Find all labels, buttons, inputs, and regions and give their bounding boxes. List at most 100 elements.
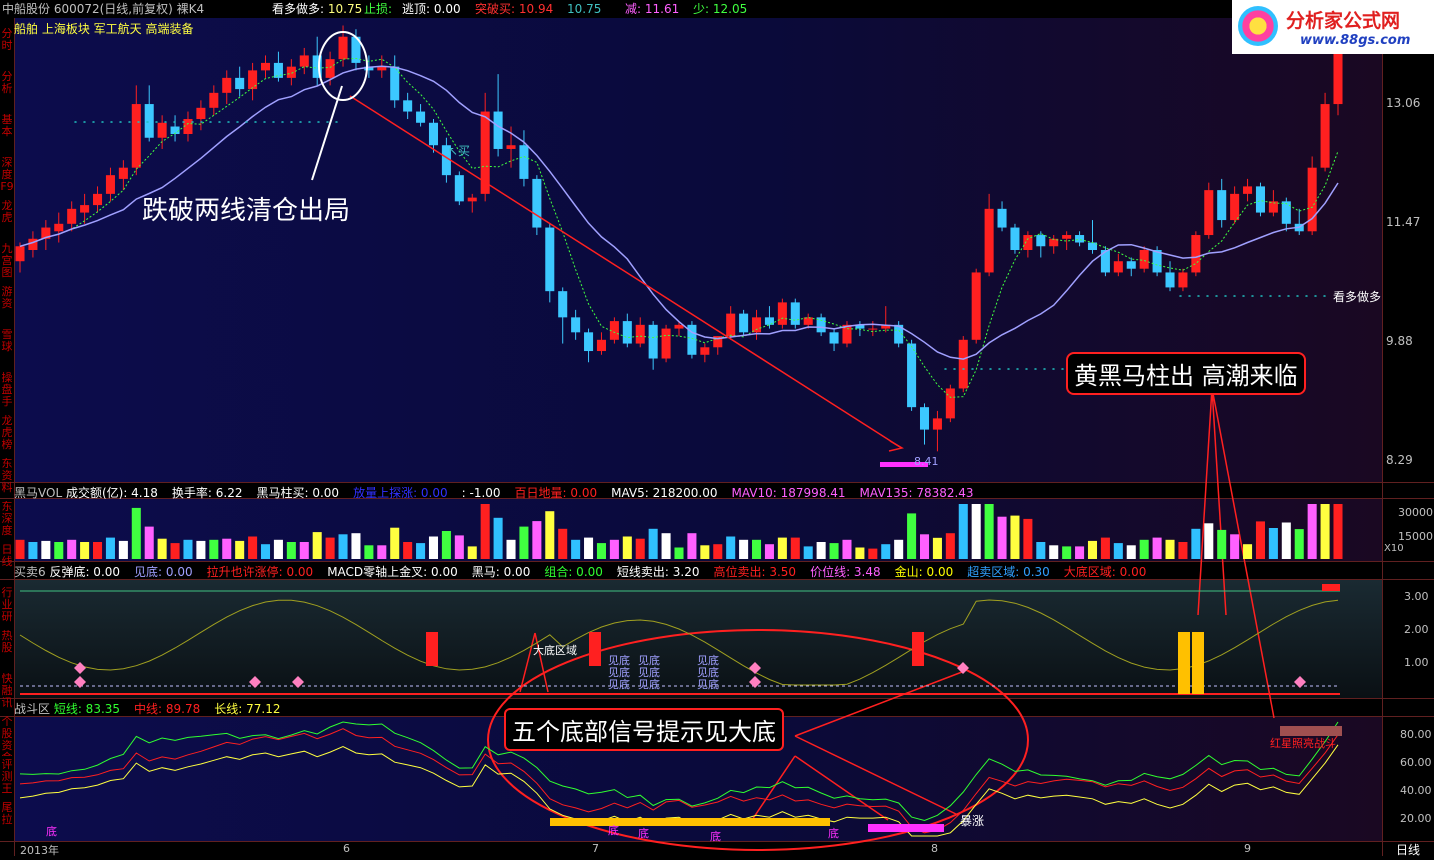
sidebar-item-11[interactable]: 东深度: [0, 501, 14, 541]
sidebar-item-3[interactable]: 深度F9: [0, 157, 14, 197]
volume-bar: [480, 504, 490, 559]
sidebar-item-13[interactable]: 行业研: [0, 587, 14, 627]
bao-zhang-label: 暴涨: [960, 814, 985, 828]
candle-body: [726, 313, 736, 337]
volume-bar: [1062, 546, 1072, 559]
volume-bar: [454, 535, 464, 559]
mm-header: 买卖6 反弹底: 0.00 见底: 0.00 拉升也许涨停: 0.00 MACD零轴上…: [14, 563, 1160, 580]
sidebar-item-4[interactable]: 龙虎: [0, 200, 14, 240]
sidebar-item-5[interactable]: 九宫图: [0, 243, 14, 283]
indicator-value: 黑马柱买: 0.00: [256, 486, 340, 500]
x-tick: 9: [1244, 842, 1251, 855]
volume-bar: [1152, 537, 1162, 559]
volume-bar: [183, 539, 193, 559]
candle-body: [868, 328, 878, 330]
indicator-value: MAV10: 187998.41: [731, 486, 846, 500]
sidebar-item-0[interactable]: 分时: [0, 28, 14, 68]
sidebar-item-15[interactable]: 快融讯: [0, 673, 14, 713]
sidebar-item-14[interactable]: 热股: [0, 630, 14, 670]
volume-bar: [635, 538, 645, 559]
sidebar-item-17[interactable]: 评测王: [0, 759, 14, 799]
mm-tick: 2.00: [1404, 623, 1429, 636]
candle-body: [428, 122, 439, 146]
volume-bar: [131, 507, 141, 559]
indicator-value: 金山: 0.00: [894, 565, 954, 579]
candle-body: [674, 324, 684, 329]
candle-body: [971, 272, 981, 340]
candle-body: [222, 77, 232, 93]
x-tick: 7: [592, 842, 599, 855]
zhi-sun-label: 止损:: [364, 2, 393, 16]
sidebar-item-16[interactable]: 个股资金: [0, 716, 14, 756]
candle-body: [286, 66, 296, 78]
volume-bar: [1204, 523, 1214, 559]
candle-body: [1204, 190, 1214, 236]
sidebar-item-12[interactable]: 日线: [0, 544, 14, 584]
volume-bar: [1036, 542, 1046, 559]
candle-body: [157, 122, 167, 138]
volume-bar: [971, 504, 981, 559]
volume-bar: [312, 532, 322, 559]
mm-tick: 3.00: [1404, 590, 1429, 603]
candle-body: [209, 92, 219, 108]
volume-bar: [1100, 537, 1110, 559]
period-label[interactable]: 日线: [1396, 841, 1420, 858]
candle-body: [1139, 250, 1149, 269]
site-logo[interactable]: 分析家公式网 www.88gs.com: [1232, 0, 1434, 54]
sidebar-item-6[interactable]: 游资: [0, 286, 14, 326]
volume-bar: [15, 539, 25, 559]
volume-bar: [1113, 543, 1123, 559]
volume-bar: [1191, 528, 1201, 559]
sidebar-item-1[interactable]: 分析: [0, 71, 14, 111]
candle-body: [196, 107, 206, 120]
candle-body: [829, 332, 839, 344]
jian-di-label-1: 见底 见底 见底: [608, 654, 630, 691]
sidebar-item-10[interactable]: 东资料: [0, 458, 14, 498]
jian-di-label-3: 见底 见底 见底: [697, 654, 719, 691]
volume-bar: [222, 538, 232, 559]
candle-body: [532, 178, 542, 228]
indicator-value: 大底区域: 0.00: [1063, 565, 1147, 579]
candle-body: [958, 339, 968, 389]
sidebar-item-18[interactable]: 尾拉: [0, 802, 14, 842]
volume-bar: [1023, 518, 1033, 559]
candle-body: [105, 175, 115, 194]
volume-bar: [1139, 539, 1149, 559]
volume-bar: [1243, 544, 1253, 559]
volume-bar: [157, 538, 167, 559]
candle-body: [260, 62, 271, 71]
volume-bar: [1049, 545, 1059, 559]
indicator-value: 黑马: 0.00: [471, 565, 531, 579]
volume-bar: [1010, 515, 1020, 559]
panel-title: 黑马VOL: [14, 486, 66, 500]
volume-bar: [1307, 504, 1317, 559]
zd-tick: 60.00: [1400, 756, 1432, 769]
volume-bar: [1165, 539, 1175, 559]
candle-body: [1320, 104, 1330, 168]
vol-tick: 15000: [1398, 530, 1433, 543]
di-label-4: 底: [710, 830, 721, 843]
candle-body: [1217, 190, 1227, 221]
sidebar-item-9[interactable]: 龙虎榜: [0, 415, 14, 455]
indicator-value: 高位卖出: 3.50: [713, 565, 797, 579]
volume-bar: [829, 543, 839, 559]
volume-bar: [907, 513, 917, 559]
candle-body: [919, 407, 930, 430]
volume-bar: [764, 544, 774, 559]
volume-bar: [80, 542, 90, 559]
sidebar-item-8[interactable]: 操盘手: [0, 372, 14, 412]
candle-body: [1230, 193, 1240, 221]
sidebar-item-2[interactable]: 基本: [0, 114, 14, 154]
candle-body: [1307, 167, 1317, 232]
extra-value: 10.75: [567, 2, 602, 16]
volume-bar: [1178, 542, 1188, 559]
zd-tick: 40.00: [1400, 784, 1432, 797]
volume-bar: [596, 543, 606, 559]
tu-po-label: 突破买: 10.94: [475, 2, 554, 16]
sidebar-item-7[interactable]: 雪球: [0, 329, 14, 369]
volume-bar: [584, 537, 594, 559]
volume-bar: [855, 547, 865, 559]
candle-body: [1243, 186, 1253, 194]
candle-body: [506, 145, 516, 149]
panel-title: 战斗区: [14, 702, 54, 716]
